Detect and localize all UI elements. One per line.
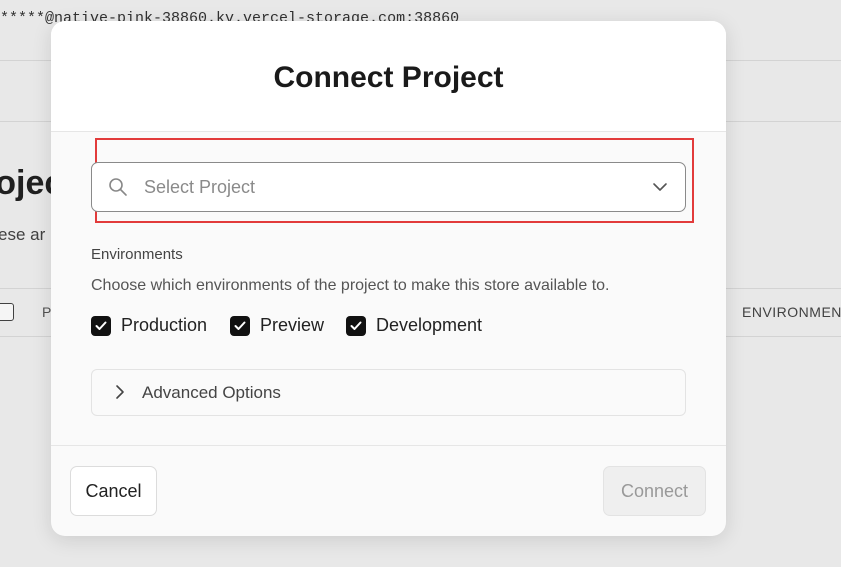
dialog-header: Connect Project <box>51 21 726 132</box>
advanced-options-label: Advanced Options <box>142 383 281 402</box>
connect-project-dialog: Connect Project Select Project Environme… <box>51 21 726 536</box>
connect-button[interactable]: Connect <box>603 466 706 516</box>
checkbox-label: Production <box>121 315 208 335</box>
project-select[interactable]: Select Project <box>91 162 686 212</box>
select-placeholder: Select Project <box>144 177 256 197</box>
checkmark-icon <box>91 315 111 336</box>
checkbox-production[interactable]: Production <box>91 315 207 336</box>
checkmark-icon <box>230 315 250 336</box>
checkbox-label: Development <box>376 315 483 335</box>
environments-description: Choose which environments of the project… <box>91 277 610 294</box>
environments-label: Environments <box>91 246 183 263</box>
cancel-button[interactable]: Cancel <box>70 466 157 516</box>
checkbox-development[interactable]: Development <box>346 315 482 336</box>
checkbox-preview[interactable]: Preview <box>230 315 324 336</box>
search-icon <box>109 178 127 196</box>
footer-divider <box>51 445 726 446</box>
advanced-options-toggle[interactable]: Advanced Options <box>91 369 686 416</box>
chevron-down-icon <box>653 183 667 191</box>
checkmark-icon <box>346 315 366 336</box>
chevron-right-icon <box>116 385 124 399</box>
dialog-title: Connect Project <box>273 61 504 94</box>
checkbox-label: Preview <box>260 315 325 335</box>
